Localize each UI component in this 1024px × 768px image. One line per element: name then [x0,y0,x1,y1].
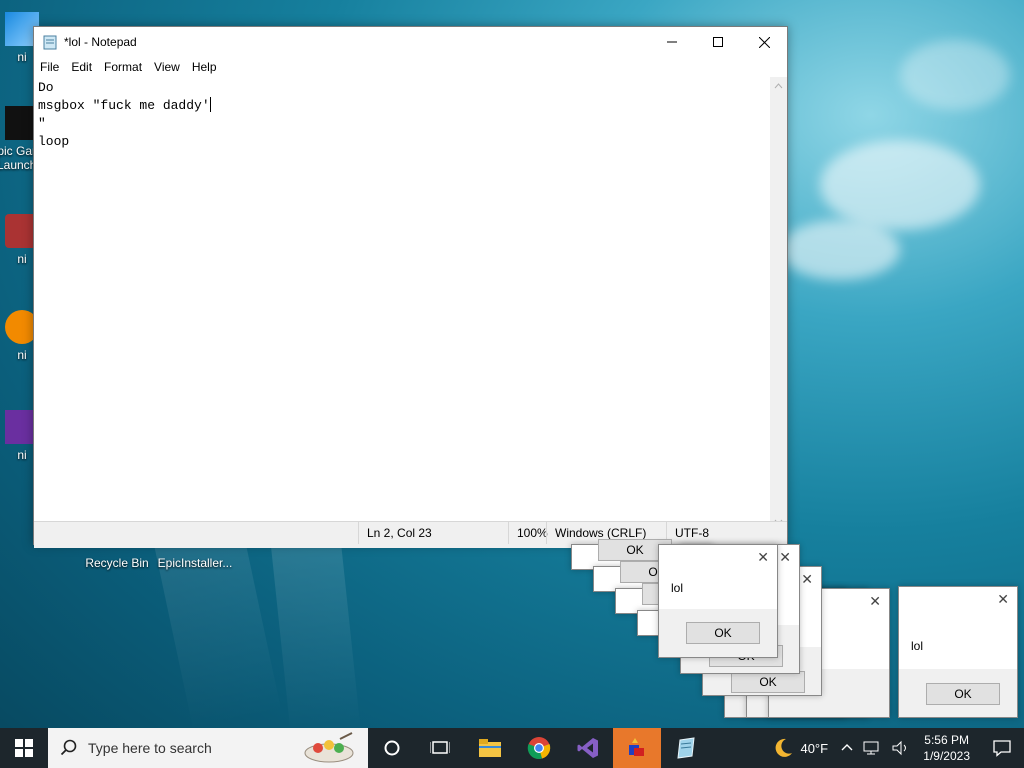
search-placeholder: Type here to search [88,740,212,756]
editor-line: " [38,116,46,131]
maximize-icon [713,37,723,47]
notification-button[interactable] [980,728,1024,768]
task-view-icon [430,741,450,754]
notepad-title-bar[interactable]: *lol - Notepad [34,27,787,57]
editor-line-with-caret: msgbox "fuck me daddy' [38,97,211,113]
status-cursor-position: Ln 2, Col 23 [358,522,508,544]
close-icon[interactable]: ✕ [801,571,813,588]
search-box[interactable]: Type here to search [48,728,368,768]
desktop-icon-label: EpicInstaller... [157,556,233,570]
maximize-button[interactable] [695,27,741,57]
menu-edit[interactable]: Edit [65,60,98,74]
menu-help[interactable]: Help [186,60,223,74]
close-button[interactable] [741,27,787,57]
close-icon [758,36,770,48]
search-highlight-icon [304,732,354,763]
taskbar-app-chrome[interactable] [515,728,563,768]
network-icon[interactable] [863,740,883,756]
weather-widget[interactable]: 40°F [765,728,835,768]
message-text: lol [911,639,924,653]
message-text: lol [671,581,684,595]
chrome-icon [527,737,551,759]
weather-temperature: 40°F [800,740,829,756]
notification-icon [993,740,1011,757]
water-foam [820,140,980,230]
text-editor[interactable]: Do msgbox "fuck me daddy' " loop [34,77,770,531]
clock-time: 5:56 PM [924,733,969,747]
close-icon[interactable]: ✕ [997,591,1009,608]
taskbar-app-wscript[interactable] [613,728,661,768]
ok-button[interactable]: OK [926,683,1000,705]
scroll-up-icon[interactable] [770,79,787,93]
editor-line: Do [38,80,54,95]
moon-icon [776,738,793,757]
system-tray: 40°F 5:56 PM 1/9/2023 [765,728,1024,768]
desktop-icon-label: Recycle Bin [85,556,149,570]
message-box-front[interactable]: ✕ lol OK [898,586,1018,718]
volume-icon[interactable] [891,740,911,756]
notepad-window[interactable]: *lol - Notepad File Edit Format View Hel… [33,26,788,548]
visual-studio-icon [577,738,598,758]
file-explorer-icon [479,739,501,757]
minimize-icon [667,41,677,43]
menu-bar: File Edit Format View Help [34,57,787,77]
close-icon[interactable]: ✕ [869,593,881,610]
chevron-up-icon[interactable] [839,740,855,756]
text-caret [209,97,211,112]
notepad-icon [43,35,57,50]
windows-logo-icon [15,739,33,757]
status-encoding: UTF-8 [666,522,786,544]
taskbar: Type here to search 40°F 5:56 PM 1/9/202… [0,728,1024,768]
menu-file[interactable]: File [34,60,65,74]
ok-button[interactable]: OK [686,622,760,644]
task-view-button-2[interactable] [416,728,464,768]
search-icon [60,739,77,756]
message-box[interactable]: ✕ lol OK [658,544,778,658]
minimize-button[interactable] [649,27,695,57]
taskbar-app-explorer[interactable] [466,728,514,768]
notepad-icon [677,737,695,759]
water-foam [780,220,900,280]
taskbar-app-notepad[interactable] [662,728,710,768]
taskbar-app-visual-studio[interactable] [564,728,612,768]
start-button[interactable] [0,728,48,768]
menu-format[interactable]: Format [98,60,148,74]
window-title: *lol - Notepad [64,35,137,49]
task-view-button[interactable] [368,728,416,768]
menu-view[interactable]: View [148,60,186,74]
status-bar: Ln 2, Col 23 100% Windows (CRLF) UTF-8 [34,521,787,544]
close-icon[interactable]: ✕ [779,549,791,566]
editor-line: loop [38,134,70,149]
ok-button[interactable]: OK [731,671,805,693]
status-zoom: 100% [508,522,548,544]
water-foam [900,40,1010,110]
close-icon[interactable]: ✕ [757,549,769,566]
vertical-scrollbar[interactable] [770,77,787,531]
clock[interactable]: 5:56 PM 1/9/2023 [923,732,970,764]
clock-date: 1/9/2023 [923,749,970,763]
script-host-icon [629,738,644,756]
cortana-icon [384,740,400,756]
